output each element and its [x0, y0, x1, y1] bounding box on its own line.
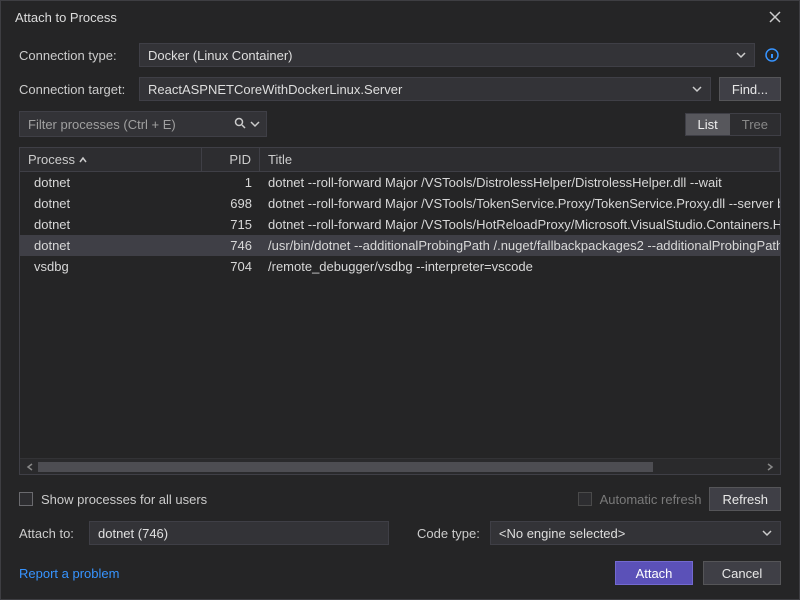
- options-row: Show processes for all users Automatic r…: [19, 485, 781, 511]
- table-row[interactable]: vsdbg704/remote_debugger/vsdbg --interpr…: [20, 256, 780, 277]
- connection-target-label: Connection target:: [19, 82, 131, 97]
- filter-input[interactable]: Filter processes (Ctrl + E): [19, 111, 267, 137]
- scroll-right-icon[interactable]: [764, 461, 776, 473]
- cell-pid: 1: [202, 175, 260, 190]
- automatic-refresh-checkbox[interactable]: [578, 492, 592, 506]
- attach-to-field[interactable]: dotnet (746): [89, 521, 389, 545]
- view-toggle: List Tree: [685, 113, 781, 136]
- attach-row: Attach to: dotnet (746) Code type: <No e…: [19, 521, 781, 545]
- column-title-label: Title: [268, 152, 292, 167]
- cell-pid: 715: [202, 217, 260, 232]
- chevron-down-icon: [736, 48, 746, 63]
- titlebar: Attach to Process: [1, 1, 799, 33]
- cancel-button[interactable]: Cancel: [703, 561, 781, 585]
- filter-row: Filter processes (Ctrl + E) List Tree: [19, 111, 781, 137]
- report-problem-link[interactable]: Report a problem: [19, 566, 119, 581]
- column-pid[interactable]: PID: [202, 148, 260, 171]
- automatic-refresh-label: Automatic refresh: [600, 492, 702, 507]
- attach-to-process-dialog: Attach to Process Connection type: Docke…: [0, 0, 800, 600]
- view-list-button[interactable]: List: [686, 114, 730, 135]
- connection-type-value: Docker (Linux Container): [148, 48, 293, 63]
- attach-to-label: Attach to:: [19, 526, 79, 541]
- column-pid-label: PID: [229, 152, 251, 167]
- connection-type-combo[interactable]: Docker (Linux Container): [139, 43, 755, 67]
- scroll-left-icon[interactable]: [24, 461, 36, 473]
- window-title: Attach to Process: [15, 10, 761, 25]
- chevron-down-icon: [762, 526, 772, 541]
- scroll-thumb[interactable]: [38, 462, 653, 472]
- connection-target-combo[interactable]: ReactASPNETCoreWithDockerLinux.Server: [139, 77, 711, 101]
- find-button[interactable]: Find...: [719, 77, 781, 101]
- dialog-content: Connection type: Docker (Linux Container…: [1, 33, 799, 551]
- column-process[interactable]: Process: [20, 148, 202, 171]
- cell-title: dotnet --roll-forward Major /VSTools/Dis…: [260, 175, 780, 190]
- info-icon[interactable]: [763, 46, 781, 64]
- horizontal-scrollbar[interactable]: [20, 458, 780, 474]
- attach-to-value: dotnet (746): [98, 526, 168, 541]
- grid-body: dotnet1dotnet --roll-forward Major /VSTo…: [20, 172, 780, 458]
- view-tree-button[interactable]: Tree: [730, 114, 780, 135]
- attach-button[interactable]: Attach: [615, 561, 693, 585]
- search-icon[interactable]: [234, 117, 250, 132]
- cell-process: dotnet: [20, 238, 202, 253]
- table-row[interactable]: dotnet698dotnet --roll-forward Major /VS…: [20, 193, 780, 214]
- column-process-label: Process: [28, 152, 75, 167]
- footer: Report a problem Attach Cancel: [1, 551, 799, 599]
- cell-pid: 746: [202, 238, 260, 253]
- filter-placeholder: Filter processes (Ctrl + E): [28, 117, 176, 132]
- cell-title: /remote_debugger/vsdbg --interpreter=vsc…: [260, 259, 780, 274]
- code-type-combo[interactable]: <No engine selected>: [490, 521, 781, 545]
- column-title[interactable]: Title: [260, 148, 780, 171]
- cell-process: dotnet: [20, 196, 202, 211]
- chevron-down-icon: [692, 82, 702, 97]
- connection-type-row: Connection type: Docker (Linux Container…: [19, 43, 781, 67]
- code-type-label: Code type:: [417, 526, 480, 541]
- chevron-down-icon[interactable]: [250, 117, 260, 132]
- table-row[interactable]: dotnet715dotnet --roll-forward Major /VS…: [20, 214, 780, 235]
- cell-title: dotnet --roll-forward Major /VSTools/Hot…: [260, 217, 780, 232]
- cell-title: /usr/bin/dotnet --additionalProbingPath …: [260, 238, 780, 253]
- connection-target-row: Connection target: ReactASPNETCoreWithDo…: [19, 77, 781, 101]
- connection-target-value: ReactASPNETCoreWithDockerLinux.Server: [148, 82, 402, 97]
- table-row[interactable]: dotnet746/usr/bin/dotnet --additionalPro…: [20, 235, 780, 256]
- show-all-users-label: Show processes for all users: [41, 492, 207, 507]
- grid-header: Process PID Title: [20, 148, 780, 172]
- scroll-track[interactable]: [38, 462, 762, 472]
- cell-process: dotnet: [20, 217, 202, 232]
- close-icon[interactable]: [761, 3, 789, 31]
- cell-title: dotnet --roll-forward Major /VSTools/Tok…: [260, 196, 780, 211]
- cell-pid: 698: [202, 196, 260, 211]
- process-grid: Process PID Title dotnet1dotnet --roll-f…: [19, 147, 781, 475]
- cell-process: dotnet: [20, 175, 202, 190]
- cell-pid: 704: [202, 259, 260, 274]
- refresh-button[interactable]: Refresh: [709, 487, 781, 511]
- code-type-value: <No engine selected>: [499, 526, 625, 541]
- cell-process: vsdbg: [20, 259, 202, 274]
- connection-type-label: Connection type:: [19, 48, 131, 63]
- show-all-users-checkbox[interactable]: [19, 492, 33, 506]
- table-row[interactable]: dotnet1dotnet --roll-forward Major /VSTo…: [20, 172, 780, 193]
- sort-asc-icon: [79, 152, 87, 167]
